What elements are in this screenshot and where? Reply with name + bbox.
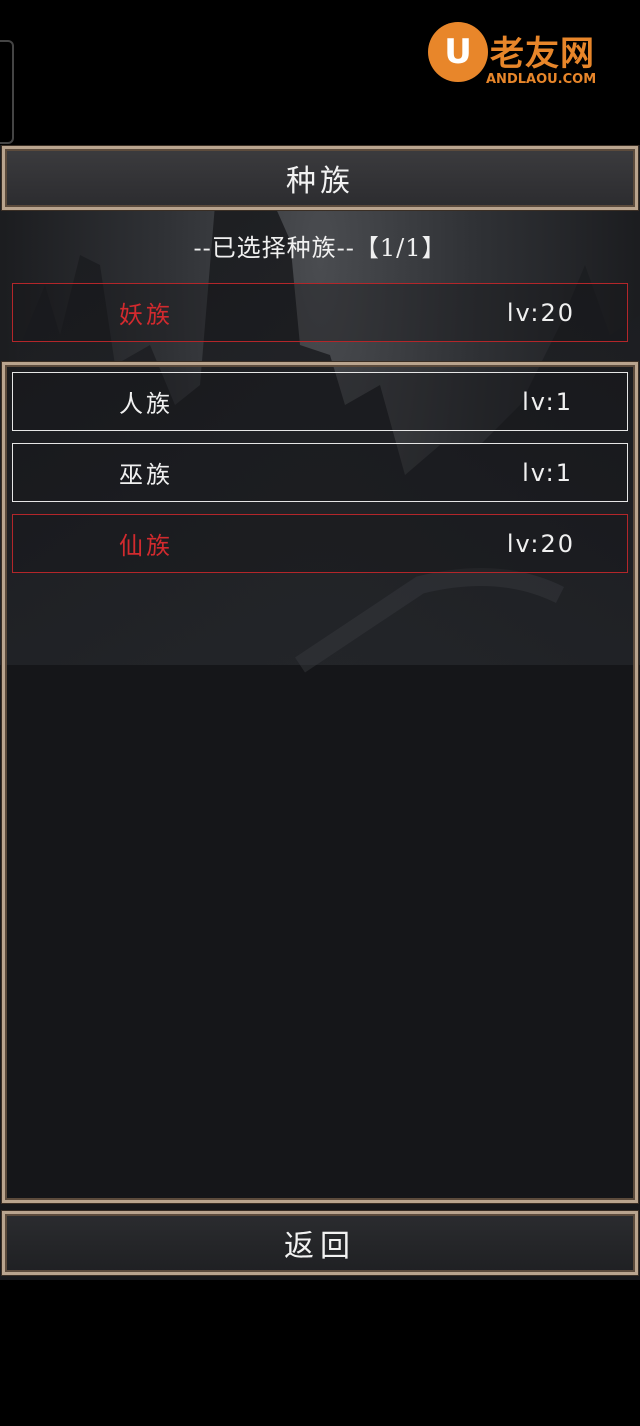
selected-race-name: 妖族	[119, 301, 173, 329]
race-level: lv:1	[522, 458, 573, 487]
race-name: 仙族	[119, 532, 173, 560]
side-edge-marker	[0, 40, 14, 144]
race-row-wu[interactable]: 巫族 lv:1	[12, 443, 628, 502]
selection-count: --已选择种族--【1/1】	[193, 234, 447, 262]
watermark-title: 老友网	[490, 34, 595, 74]
race-name: 巫族	[119, 461, 173, 489]
watermark-badge-icon: U	[428, 22, 488, 82]
back-button[interactable]: 返回	[2, 1211, 638, 1275]
selected-race-level: lv:20	[506, 298, 575, 327]
watermark-logo: U 老友网 ANDLAOU.COM	[428, 18, 618, 90]
race-row-immortal[interactable]: 仙族 lv:20	[12, 514, 628, 573]
race-row-human[interactable]: 人族 lv:1	[12, 372, 628, 431]
watermark-subtitle: ANDLAOU.COM	[486, 72, 597, 87]
race-level: lv:20	[506, 529, 575, 558]
selected-race-row[interactable]: 妖族 lv:20	[12, 283, 628, 342]
page-title: 种族	[2, 146, 638, 210]
race-name: 人族	[119, 390, 173, 418]
race-level: lv:1	[522, 387, 573, 416]
